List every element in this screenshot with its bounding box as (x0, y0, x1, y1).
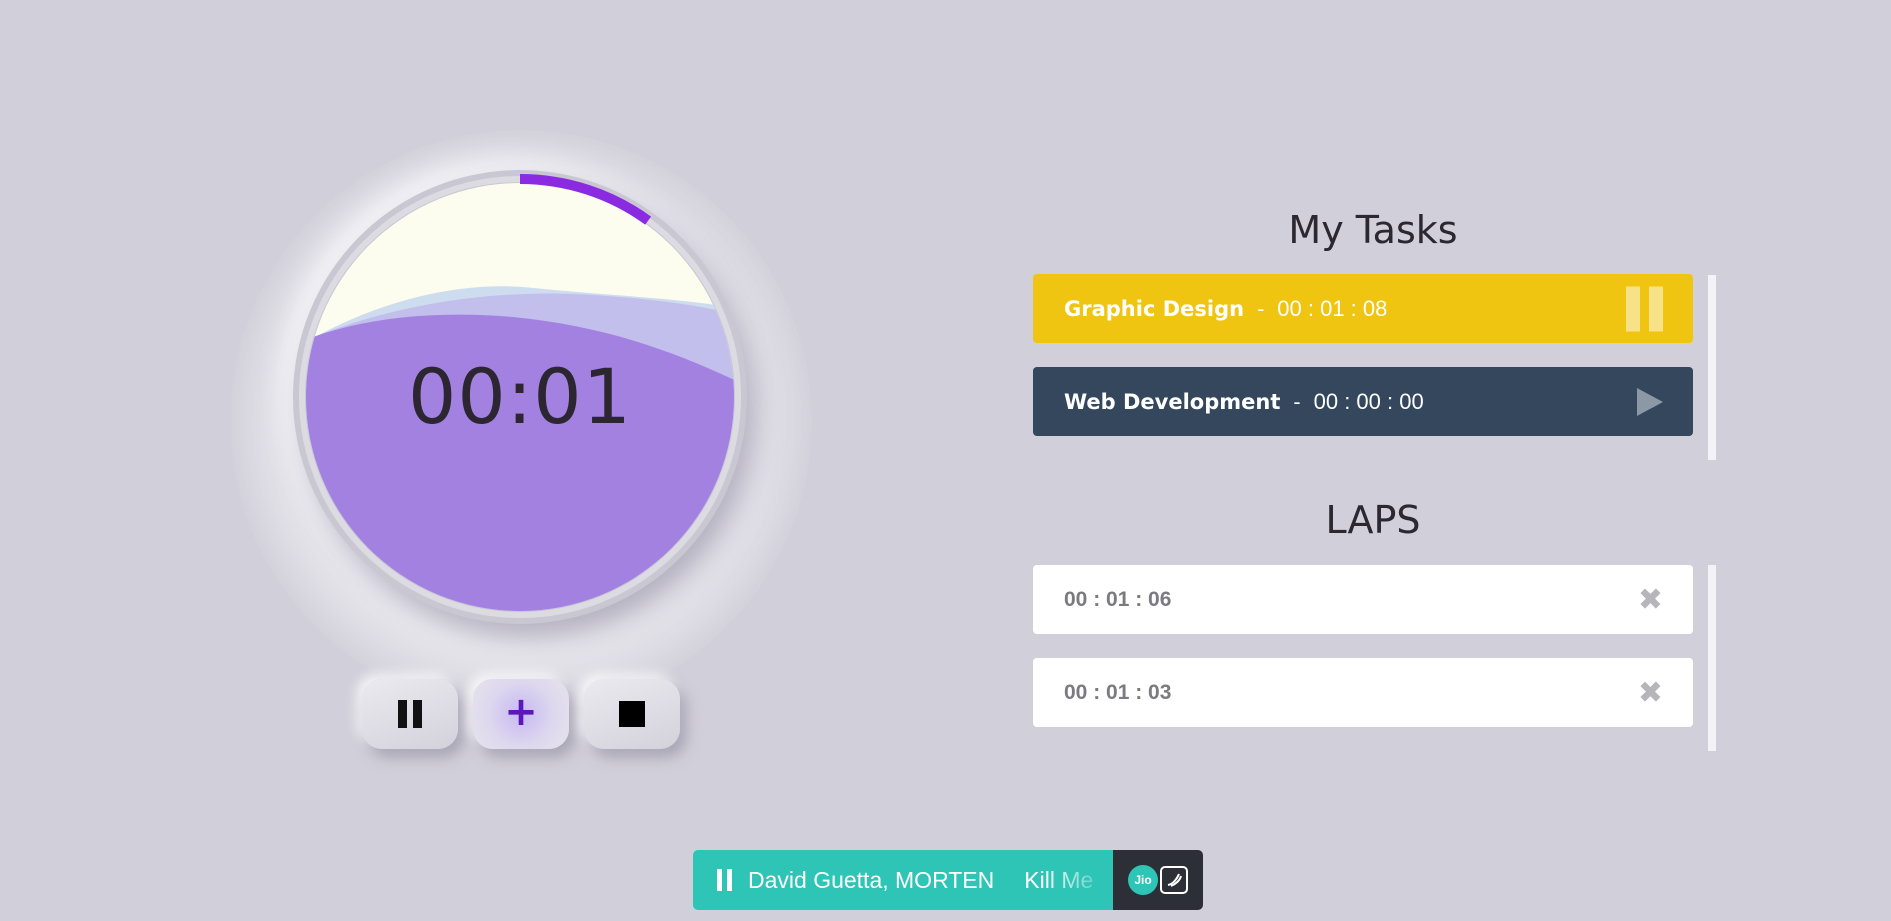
music-player: David Guetta, MORTEN Kill Me Jio (693, 850, 1203, 910)
lap-item: 00 : 01 : 03 ✖ (1033, 658, 1693, 727)
pause-icon[interactable] (717, 869, 732, 891)
add-lap-button[interactable]: + (473, 679, 569, 749)
stop-icon (619, 701, 645, 727)
task-time: 00 : 00 : 00 (1313, 388, 1424, 414)
stop-button[interactable] (584, 679, 680, 749)
task-time: 00 : 01 : 08 (1277, 295, 1388, 321)
task-name: Graphic Design (1064, 296, 1245, 321)
jiosaavn-logo[interactable]: Jio (1113, 850, 1203, 910)
pause-icon (398, 700, 422, 728)
close-icon[interactable]: ✖ (1638, 582, 1663, 617)
lap-time: 00 : 01 : 03 (1064, 680, 1172, 704)
task-item-web-development[interactable]: Web Development - 00 : 00 : 00 (1033, 367, 1693, 436)
lap-item: 00 : 01 : 06 ✖ (1033, 565, 1693, 634)
saavn-icon (1160, 866, 1188, 894)
tasks-title: My Tasks (1288, 208, 1458, 252)
timer-display: 00:01 (407, 352, 633, 441)
music-player-main: David Guetta, MORTEN Kill Me (693, 850, 1113, 910)
music-text-fade (1043, 850, 1113, 910)
lap-time: 00 : 01 : 06 (1064, 587, 1172, 611)
close-icon[interactable]: ✖ (1638, 675, 1663, 710)
tasks-scrollbar[interactable] (1708, 275, 1716, 460)
task-name: Web Development (1064, 389, 1281, 414)
jio-logo: Jio (1128, 865, 1158, 895)
music-artist: David Guetta, MORTEN (748, 866, 995, 893)
laps-scrollbar[interactable] (1708, 565, 1716, 751)
plus-icon: + (504, 689, 538, 735)
task-separator: - (1293, 389, 1301, 414)
task-separator: - (1257, 296, 1265, 321)
laps-title: LAPS (1325, 498, 1421, 542)
task-item-graphic-design[interactable]: Graphic Design - 00 : 01 : 08 (1033, 274, 1693, 343)
play-icon[interactable] (1637, 387, 1663, 416)
pause-icon[interactable] (1626, 286, 1663, 331)
pause-button[interactable] (362, 679, 458, 749)
